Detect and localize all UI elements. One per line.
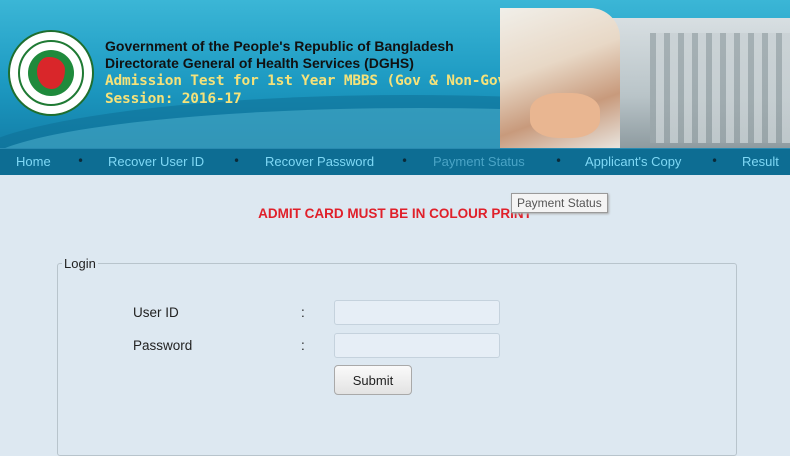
nav-applicants-copy[interactable]: Applicant's Copy bbox=[585, 154, 681, 169]
building-facade-image bbox=[650, 33, 790, 143]
nav-separator: • bbox=[77, 154, 85, 168]
payment-status-tooltip: Payment Status bbox=[511, 193, 608, 213]
password-label: Password bbox=[133, 338, 193, 353]
submit-button[interactable]: Submit bbox=[334, 365, 412, 395]
header-photo-collage bbox=[500, 8, 790, 148]
nav-recover-password[interactable]: Recover Password bbox=[265, 154, 374, 169]
password-colon: : bbox=[301, 338, 305, 353]
government-seal-icon bbox=[8, 30, 94, 116]
user-id-label: User ID bbox=[133, 305, 179, 320]
nav-separator: • bbox=[233, 154, 241, 168]
main-nav: Home • Recover User ID • Recover Passwor… bbox=[0, 148, 790, 175]
org-title-line2: Directorate General of Health Services (… bbox=[105, 55, 414, 71]
nav-recover-user-id[interactable]: Recover User ID bbox=[108, 154, 204, 169]
login-legend: Login bbox=[64, 256, 96, 271]
nav-result[interactable]: Result bbox=[742, 154, 779, 169]
exam-session: Session: 2016-17 bbox=[105, 91, 242, 107]
header-text-block: Government of the People's Republic of B… bbox=[105, 38, 515, 108]
exam-title: Admission Test for 1st Year MBBS (Gov & … bbox=[105, 73, 515, 89]
infant-image bbox=[530, 93, 600, 138]
nav-separator: • bbox=[401, 154, 409, 168]
org-title-line1: Government of the People's Republic of B… bbox=[105, 38, 454, 54]
admit-card-notice: ADMIT CARD MUST BE IN COLOUR PRINT bbox=[258, 206, 532, 221]
header-banner: Government of the People's Republic of B… bbox=[0, 0, 790, 148]
nav-payment-status[interactable]: Payment Status bbox=[433, 154, 525, 169]
nav-home[interactable]: Home bbox=[16, 154, 51, 169]
nav-separator: • bbox=[555, 154, 563, 168]
user-id-input[interactable] bbox=[334, 300, 500, 325]
user-id-colon: : bbox=[301, 305, 305, 320]
password-input[interactable] bbox=[334, 333, 500, 358]
nav-separator: • bbox=[711, 154, 719, 168]
